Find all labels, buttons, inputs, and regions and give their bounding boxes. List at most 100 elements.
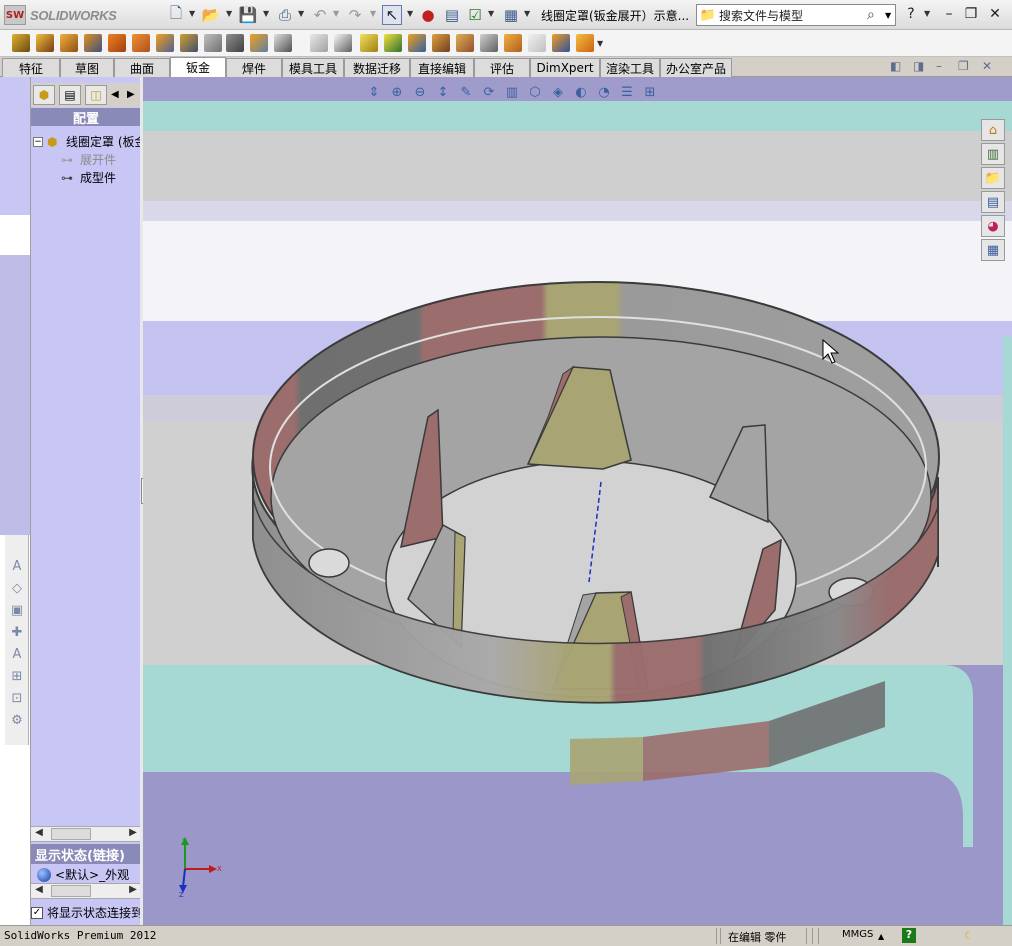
miter-flange-icon[interactable] bbox=[60, 34, 78, 52]
tab-evaluate[interactable]: 评估 bbox=[474, 58, 530, 77]
redo-icon[interactable]: ↷ bbox=[345, 5, 365, 25]
tree-root[interactable]: − ⬢ 线圈定罩 (板金 bbox=[33, 133, 147, 150]
tab-slot-icon[interactable] bbox=[576, 34, 594, 52]
tab-sketch[interactable]: 草图 bbox=[60, 58, 114, 77]
balloon-icon[interactable]: ✚ bbox=[8, 623, 26, 641]
convert-to-sheet-metal-icon[interactable] bbox=[504, 34, 522, 52]
display-style-icon[interactable]: ⬡ bbox=[526, 83, 544, 101]
vent-icon[interactable] bbox=[408, 34, 426, 52]
hide-show-items-icon[interactable]: ◈ bbox=[549, 83, 567, 101]
jog-icon[interactable] bbox=[108, 34, 126, 52]
edit-appearance-icon[interactable]: ◐ bbox=[572, 83, 590, 101]
smart-dimension-icon[interactable]: ◇ bbox=[8, 579, 26, 597]
appearance-icon[interactable]: ◕ bbox=[981, 215, 1005, 237]
forming-tool-icon[interactable] bbox=[334, 34, 352, 52]
solidworks-logo[interactable]: SW SOLIDWORKS bbox=[4, 4, 132, 26]
tile-horizontal-icon[interactable]: ◧ bbox=[890, 59, 901, 73]
home-icon[interactable]: ⌂ bbox=[981, 119, 1005, 141]
previous-view-icon[interactable]: ⊖ bbox=[411, 83, 429, 101]
print-icon[interactable]: ⎙ bbox=[275, 5, 295, 25]
options-icon[interactable]: ☑ bbox=[465, 5, 485, 25]
geometric-tolerance-icon[interactable]: ⚙ bbox=[8, 711, 26, 729]
apply-scene-icon[interactable]: ◔ bbox=[595, 83, 613, 101]
tab-direct-editing[interactable]: 直接编辑 bbox=[410, 58, 474, 77]
file-properties-icon[interactable]: ▤ bbox=[442, 5, 462, 25]
mirror-icon[interactable] bbox=[552, 34, 570, 52]
no-bends-icon[interactable] bbox=[250, 34, 268, 52]
print-dropdown-arrow[interactable]: ▼ bbox=[298, 9, 304, 18]
link-display-states-option[interactable]: ✓ 将显示状态连接到 bbox=[31, 904, 143, 921]
open-folder-icon[interactable]: 📂 bbox=[201, 5, 221, 25]
view-orientation-icon[interactable]: ▥ bbox=[503, 83, 521, 101]
collapse-icon[interactable]: − bbox=[33, 136, 43, 147]
restore-button[interactable]: ❐ bbox=[962, 5, 980, 23]
rebuild-traffic-light-icon[interactable]: ● bbox=[418, 5, 438, 25]
search-icon[interactable]: ⌕ bbox=[867, 7, 885, 23]
corner-icon[interactable] bbox=[432, 34, 450, 52]
scroll-thumb[interactable] bbox=[51, 828, 91, 840]
custom-props-icon[interactable]: ▦ bbox=[981, 239, 1005, 261]
sketched-bend-icon[interactable] bbox=[132, 34, 150, 52]
tab-surfaces[interactable]: 曲面 bbox=[114, 58, 170, 77]
tab-data-migration[interactable]: 数据迁移 bbox=[344, 58, 410, 77]
scroll-left-arrow-icon[interactable]: ◀ bbox=[31, 884, 47, 898]
flatten-icon[interactable] bbox=[226, 34, 244, 52]
dynamic-annotation-icon[interactable]: ✎ bbox=[457, 83, 475, 101]
extruded-cut-icon[interactable] bbox=[360, 34, 378, 52]
undo-dropdown-arrow[interactable]: ▼ bbox=[333, 9, 339, 18]
help-icon[interactable]: ? bbox=[902, 5, 920, 23]
search-dropdown-arrow[interactable]: ▼ bbox=[885, 11, 895, 20]
feature-manager-tab-icon[interactable]: ⬢ bbox=[33, 85, 55, 105]
help-dropdown-arrow[interactable]: ▼ bbox=[924, 9, 930, 18]
tab-dimxpert[interactable]: DimXpert bbox=[530, 58, 600, 77]
scroll-right-arrow-icon[interactable]: ▶ bbox=[125, 884, 141, 898]
datum-feature-icon[interactable]: ⊡ bbox=[8, 689, 26, 707]
layout-dropdown-arrow[interactable]: ▼ bbox=[524, 9, 530, 18]
section-view-icon[interactable]: ↕ bbox=[434, 83, 452, 101]
rip-icon[interactable] bbox=[274, 34, 292, 52]
tab-mold-tools[interactable]: 模具工具 bbox=[282, 58, 344, 77]
hem-icon[interactable] bbox=[84, 34, 102, 52]
scroll-thumb[interactable] bbox=[51, 885, 91, 897]
doc-close-button[interactable]: ✕ bbox=[982, 59, 992, 73]
save-dropdown-arrow[interactable]: ▼ bbox=[263, 9, 269, 18]
quick-tips-help-icon[interactable]: ? bbox=[902, 928, 916, 943]
scroll-right-arrow-icon[interactable]: ▶ bbox=[125, 827, 141, 841]
scroll-left-arrow-icon[interactable]: ◀ bbox=[31, 827, 47, 841]
folder-icon[interactable]: 📁 bbox=[981, 167, 1005, 189]
library-icon[interactable]: ▥ bbox=[981, 143, 1005, 165]
minimize-button[interactable]: – bbox=[940, 5, 958, 23]
annotation-icon[interactable]: A bbox=[8, 557, 26, 575]
zoom-to-area-icon[interactable]: ⊕ bbox=[388, 83, 406, 101]
tab-sheet-metal[interactable]: 钣金 bbox=[170, 57, 226, 77]
close-button[interactable]: ✕ bbox=[986, 5, 1004, 23]
cmd-dropdown-arrow[interactable]: ▼ bbox=[597, 39, 603, 48]
save-icon[interactable]: 💾 bbox=[238, 5, 258, 25]
select-dropdown-arrow[interactable]: ▼ bbox=[407, 9, 413, 18]
zoom-to-fit-icon[interactable]: ⇕ bbox=[365, 83, 383, 101]
view-layout-icon[interactable]: ▦ bbox=[501, 5, 521, 25]
search-box[interactable]: 📁 搜索文件与模型 ⌕ ▼ bbox=[696, 4, 896, 26]
fold-icon[interactable] bbox=[204, 34, 222, 52]
welded-corner-icon[interactable] bbox=[456, 34, 474, 52]
base-flange-icon[interactable] bbox=[12, 34, 30, 52]
notification-icon[interactable]: ☾ bbox=[964, 929, 974, 942]
note-icon[interactable]: ▣ bbox=[8, 601, 26, 619]
insert-bends-icon[interactable] bbox=[310, 34, 328, 52]
weld-symbol-icon[interactable]: ⊞ bbox=[8, 667, 26, 685]
unit-system[interactable]: MMGS bbox=[842, 929, 873, 940]
redo-dropdown-arrow[interactable]: ▼ bbox=[370, 9, 376, 18]
view-settings-icon[interactable]: ☰ bbox=[618, 83, 636, 101]
tabs-scroll-left-icon[interactable]: ◀ bbox=[111, 89, 119, 100]
configuration-manager-tab-icon[interactable]: ◫ bbox=[85, 85, 107, 105]
render-icon[interactable]: ⊞ bbox=[641, 83, 659, 101]
simple-hole-icon[interactable] bbox=[384, 34, 402, 52]
doc-restore-button[interactable]: ❐ bbox=[958, 59, 969, 73]
view-palette-icon[interactable]: ▤ bbox=[981, 191, 1005, 213]
display-state-scrollbar[interactable]: ◀ ▶ bbox=[31, 883, 141, 899]
open-dropdown-arrow[interactable]: ▼ bbox=[226, 9, 232, 18]
tab-render-tools[interactable]: 渲染工具 bbox=[600, 58, 660, 77]
edge-flange-icon[interactable] bbox=[36, 34, 54, 52]
tree-scrollbar[interactable]: ◀ ▶ bbox=[31, 826, 141, 842]
options-dropdown-arrow[interactable]: ▼ bbox=[488, 9, 494, 18]
